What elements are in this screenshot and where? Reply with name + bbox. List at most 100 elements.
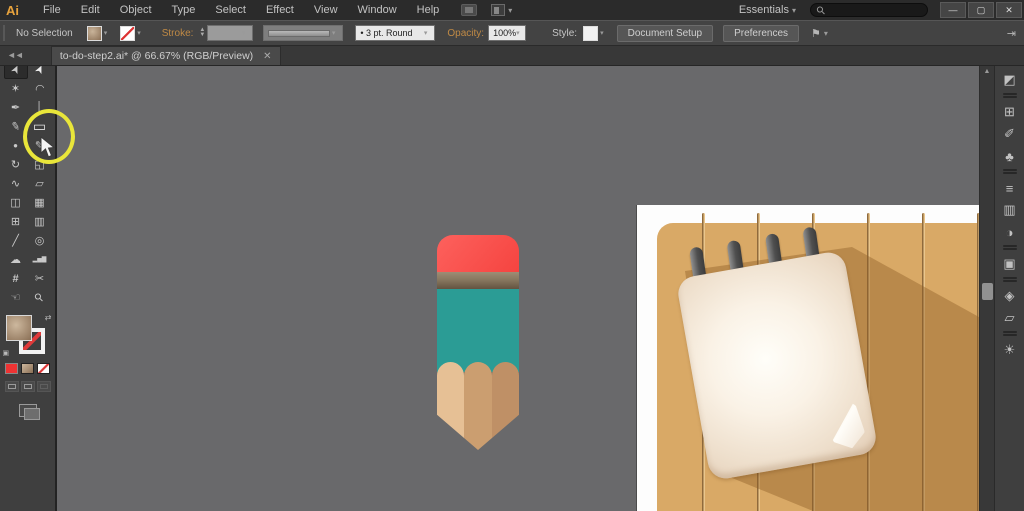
pencil-wood-tip-shape <box>437 362 519 450</box>
lasso-tool[interactable]: ◠ <box>28 79 52 98</box>
document-tab-bar: ◄◄ to-do-step2.ai* @ 66.67% (RGB/Preview… <box>0 46 1024 66</box>
brushes-icon[interactable]: ✐ <box>995 123 1024 145</box>
gradient-tool[interactable]: ▥ <box>28 212 52 231</box>
column-graph-tool[interactable]: ▂▅▇ <box>28 250 52 269</box>
draw-inside-button[interactable] <box>37 381 51 392</box>
workspace-switcher[interactable]: Essentials ▾ <box>739 4 796 16</box>
eyedropper-tool[interactable]: ╱ <box>4 231 28 250</box>
stroke-icon[interactable]: ≡ <box>995 177 1024 199</box>
dock-group-grip[interactable] <box>1003 334 1017 336</box>
opacity-label[interactable]: Opacity: <box>443 28 488 39</box>
artboard[interactable] <box>637 205 979 511</box>
menu-item[interactable]: Effect <box>256 0 304 20</box>
minimize-button[interactable]: — <box>940 2 966 18</box>
scroll-up-icon[interactable]: ▲ <box>980 68 994 75</box>
search-input[interactable]: ⚲ <box>810 3 928 17</box>
preferences-button[interactable]: Preferences <box>723 25 799 42</box>
pen-tool[interactable]: ✒ <box>4 98 28 117</box>
app-logo: Ai <box>6 3 19 18</box>
symbol-sprayer-tool[interactable]: ☁ <box>4 250 28 269</box>
fill-indicator-swatch[interactable] <box>6 315 32 341</box>
width-tool[interactable]: ∿ <box>4 174 28 193</box>
pencil-artwork[interactable] <box>437 235 519 450</box>
brush-definition-select[interactable]: • 3 pt. Round ▾ <box>355 25 435 41</box>
drawing-mode-buttons <box>0 381 55 392</box>
controlbar-grip[interactable] <box>3 25 8 41</box>
layers-icon[interactable]: ◈ <box>995 285 1024 307</box>
dock-group-grip[interactable] <box>1003 172 1017 174</box>
fill-color-control[interactable]: ▾ <box>87 26 111 41</box>
restore-button[interactable]: ▢ <box>968 2 994 18</box>
arrange-documents-icon[interactable]: ▾ <box>491 4 512 16</box>
slice-tool[interactable]: ✂ <box>28 269 52 288</box>
chevron-down-icon: ▾ <box>600 29 604 37</box>
chevron-down-icon: ▾ <box>424 29 428 37</box>
graphic-styles-icon[interactable]: ▣ <box>995 253 1024 275</box>
mesh-tool[interactable]: ⊞ <box>4 212 28 231</box>
vertical-scrollbar[interactable]: ▲ <box>979 66 994 511</box>
document-tab[interactable]: to-do-step2.ai* @ 66.67% (RGB/Preview) ✕ <box>51 46 281 65</box>
hand-tool[interactable]: ☜ <box>4 288 28 307</box>
width-profile-select[interactable]: ▾ <box>263 25 343 41</box>
menu-item[interactable]: Help <box>407 0 450 20</box>
transparency-icon[interactable]: ◑ <box>995 221 1024 243</box>
dock-group-grip[interactable] <box>1003 96 1017 98</box>
free-transform-tool[interactable]: ▱ <box>28 174 52 193</box>
draw-normal-button[interactable] <box>5 381 19 392</box>
bridge-icon[interactable] <box>461 4 477 16</box>
color-guide-icon[interactable]: ◩ <box>995 69 1024 91</box>
symbols-icon[interactable]: ♣ <box>995 145 1024 167</box>
dock-group-grip[interactable] <box>1003 248 1017 250</box>
appearance-icon[interactable]: ☀ <box>995 339 1024 361</box>
default-fill-stroke-icon[interactable]: ▣ <box>3 349 10 357</box>
menu-item[interactable]: Window <box>348 0 407 20</box>
color-button[interactable] <box>5 363 18 374</box>
canvas[interactable] <box>57 66 979 511</box>
fill-stroke-indicator[interactable]: ⇄ ▣ <box>6 315 50 355</box>
dock-group-grip[interactable] <box>1003 280 1017 282</box>
rotate-tool[interactable]: ↻ <box>4 155 28 174</box>
collapse-panels-icon[interactable]: ◄◄ <box>7 50 23 60</box>
chevron-down-icon: ▾ <box>104 29 108 37</box>
artboards-icon[interactable]: ▱ <box>995 307 1024 329</box>
main-menu: FileEditObjectTypeSelectEffectViewWindow… <box>33 0 449 20</box>
panel-flyout-icon[interactable]: ⚑ ▾ <box>811 27 828 40</box>
opacity-select[interactable]: 100% ▾ <box>488 25 526 41</box>
fill-swatch <box>87 26 102 41</box>
menu-item[interactable]: Select <box>205 0 256 20</box>
color-mode-buttons <box>0 363 55 374</box>
scrollbar-thumb[interactable] <box>982 283 993 300</box>
style-select[interactable]: ▾ <box>583 26 607 41</box>
stroke-color-control[interactable]: ▾ <box>120 26 144 41</box>
swap-fill-stroke-icon[interactable]: ⇄ <box>45 313 52 322</box>
close-button[interactable]: ✕ <box>996 2 1022 18</box>
search-icon: ⚲ <box>814 3 829 18</box>
document-tab-title: to-do-step2.ai* @ 66.67% (RGB/Preview) <box>60 50 253 62</box>
selection-status: No Selection <box>12 28 77 39</box>
gradient-icon[interactable]: ▥ <box>995 199 1024 221</box>
dock-control-icon[interactable]: ⇥ <box>1007 27 1016 40</box>
draw-behind-button[interactable] <box>21 381 35 392</box>
stroke-label[interactable]: Stroke: <box>158 28 198 39</box>
perspective-grid-tool[interactable]: ▦ <box>28 193 52 212</box>
artboard-tool[interactable]: # <box>4 269 28 288</box>
menu-item[interactable]: Edit <box>71 0 110 20</box>
screen-mode-button[interactable] <box>19 404 37 417</box>
shape-builder-tool[interactable]: ◫ <box>4 193 28 212</box>
style-label: Style: <box>548 28 581 39</box>
menu-item[interactable]: File <box>33 0 71 20</box>
menu-item[interactable]: View <box>304 0 348 20</box>
zoom-tool[interactable]: ⚲ <box>28 288 52 307</box>
blend-tool[interactable]: ◎ <box>28 231 52 250</box>
none-button[interactable] <box>37 363 50 374</box>
menu-item[interactable]: Object <box>110 0 162 20</box>
notepad-artwork[interactable] <box>675 250 878 481</box>
gradient-button[interactable] <box>21 363 34 374</box>
magic-wand-tool[interactable]: ✶ <box>4 79 28 98</box>
swatches-icon[interactable]: ⊞ <box>995 101 1024 123</box>
menu-item[interactable]: Type <box>162 0 206 20</box>
close-tab-icon[interactable]: ✕ <box>263 51 271 62</box>
document-setup-button[interactable]: Document Setup <box>617 25 714 42</box>
stroke-weight-stepper[interactable]: ▲ ▼ <box>199 28 205 38</box>
stroke-weight-select[interactable]: ▾ <box>207 25 253 41</box>
